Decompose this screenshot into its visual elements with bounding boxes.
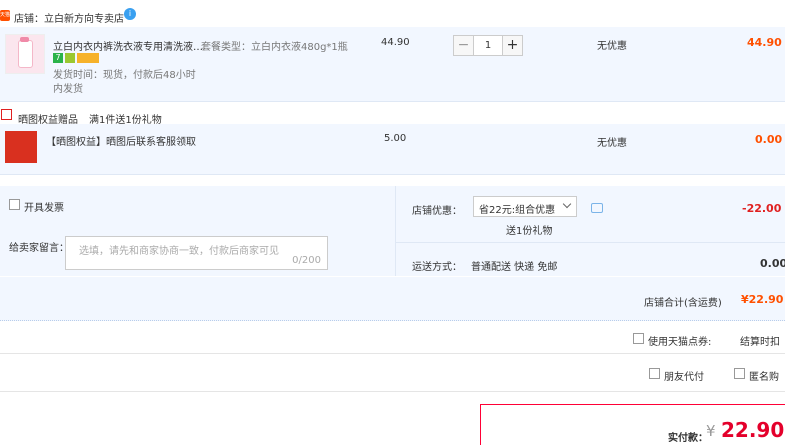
item2-panel xyxy=(0,124,785,175)
message-counter: 0/200 xyxy=(292,255,321,266)
options-divider-vertical xyxy=(395,186,396,276)
store-discount-label: 店铺优惠： xyxy=(412,206,462,217)
anonymous-checkbox[interactable] xyxy=(734,368,745,379)
points-checkbox[interactable] xyxy=(633,333,644,344)
item1-spec: 套餐类型：立白内衣液480g*1瓶 xyxy=(201,42,348,53)
item1-badges: 7 xyxy=(53,53,99,63)
gold-card-icon xyxy=(77,53,99,63)
item1-title-link[interactable]: 立白内衣内裤洗衣液专用清洗液… xyxy=(53,38,203,53)
seven-day-return-icon: 7 xyxy=(53,53,63,63)
quantity-plus-button[interactable]: + xyxy=(502,35,523,56)
shipping-amount: 0.00 xyxy=(760,257,785,270)
item2-subtotal: 0.00 xyxy=(755,133,783,146)
store-total-amount: ¥22.90 xyxy=(741,293,784,306)
item2-price: 5.00 xyxy=(384,133,407,144)
gift-thumbnail[interactable] xyxy=(5,131,37,163)
message-placeholder: 选填，请先和商家协商一致，付款后商家可见 xyxy=(79,246,279,257)
item2-title-link[interactable]: 【晒图权益】晒图后联系客服领取 xyxy=(46,133,196,148)
invoice-label[interactable]: 开具发票 xyxy=(24,199,64,214)
item1-ship-time-line2: 内发货 xyxy=(53,84,83,95)
final-currency: ¥ xyxy=(706,422,716,440)
item1-discount: 无优惠 xyxy=(597,41,627,52)
options-divider-horizontal xyxy=(395,242,785,243)
friend-pay-label: 朋友代付 xyxy=(664,372,704,383)
store-discount-note: 送1份礼物 xyxy=(506,226,553,237)
product-thumbnail[interactable] xyxy=(5,34,45,74)
shipping-value: 普通配送 快递 免邮 xyxy=(471,262,558,273)
friend-divider xyxy=(0,391,785,392)
store-info-icon[interactable]: i xyxy=(124,8,136,20)
gift-icon xyxy=(1,109,12,120)
points-label: 使用天猫点券: xyxy=(648,337,712,348)
points-divider xyxy=(0,353,785,354)
anonymous-label: 匿名购 xyxy=(749,372,779,383)
invoice-checkbox[interactable] xyxy=(9,199,20,210)
store-name-link[interactable]: 店铺：立白新方向专卖店 xyxy=(14,10,124,25)
store-discount-amount: -22.00 xyxy=(742,202,782,215)
chevron-down-icon xyxy=(562,199,572,209)
shipping-label: 运送方式： xyxy=(412,262,462,273)
item2-discount: 无优惠 xyxy=(597,138,627,149)
item1-price: 44.90 xyxy=(381,37,410,48)
tmall-store-badge: 天猫 xyxy=(0,10,10,21)
points-extra: 结算时扣 xyxy=(740,337,780,348)
quantity-stepper: − 1 + xyxy=(453,35,523,56)
quantity-minus-button[interactable]: − xyxy=(453,35,474,56)
message-label: 给卖家留言： xyxy=(9,243,69,254)
store-discount-select-value: 省22元:组合优惠 xyxy=(479,205,556,216)
quantity-input[interactable]: 1 xyxy=(474,35,502,56)
bottle-cap xyxy=(20,37,29,42)
item1-subtotal: 44.90 xyxy=(747,36,782,49)
guarantee-icon xyxy=(65,53,75,63)
bottle-shape xyxy=(18,40,33,68)
friend-pay-checkbox[interactable] xyxy=(649,368,660,379)
final-amount: 22.90 xyxy=(721,418,785,442)
item1-ship-time: 发货时间：现货，付款后48小时 xyxy=(53,70,196,81)
store-discount-select[interactable]: 省22元:组合优惠 xyxy=(473,196,577,217)
store-total-label: 店铺合计(含运费) xyxy=(644,298,722,309)
chat-icon[interactable] xyxy=(591,203,603,213)
final-label: 实付款： xyxy=(668,433,708,444)
message-textarea[interactable]: 选填，请先和商家协商一致，付款后商家可见 0/200 xyxy=(65,236,328,270)
